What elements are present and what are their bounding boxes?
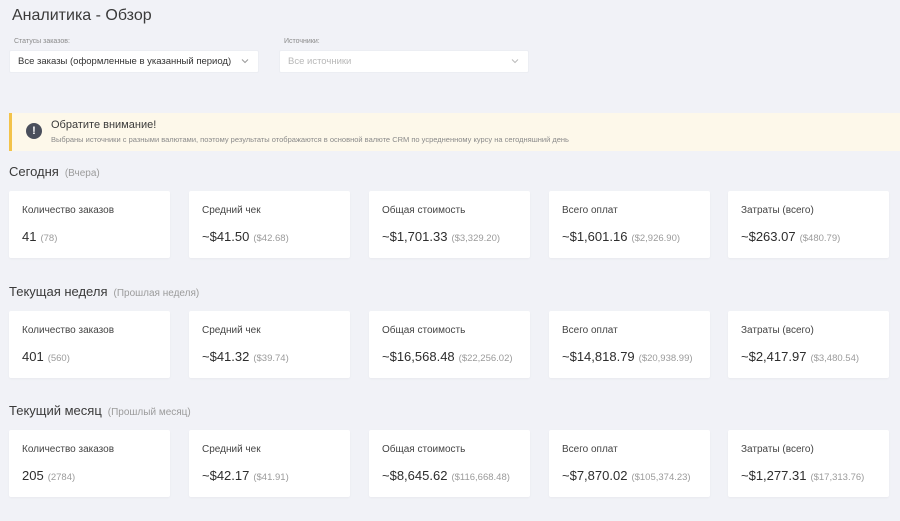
metric-label: Общая стоимость — [382, 205, 466, 216]
metric-prev-value: (560) — [47, 353, 70, 364]
metric-value: ~$1,601.16 — [562, 229, 628, 244]
section-title-text: Текущая неделя — [9, 284, 108, 299]
metric-card: Количество заказов 205 (2784) — [9, 430, 170, 497]
metric-prev-value: ($116,668.48) — [451, 472, 510, 483]
page-title: Аналитика - Обзор — [12, 7, 152, 24]
metric-card: Общая стоимость ~$16,568.48 ($22,256.02) — [369, 311, 530, 378]
metric-value: ~$7,870.02 — [562, 468, 628, 483]
sources-select-placeholder: Все источники — [288, 56, 352, 67]
metric-prev-value: (2784) — [47, 472, 76, 483]
metric-value: ~$263.07 — [741, 229, 796, 244]
metric-value-row: ~$14,818.79 ($20,938.99) — [562, 349, 693, 364]
metric-value-row: ~$1,601.16 ($2,926.90) — [562, 229, 680, 244]
metric-card: Затраты (всего) ~$1,277.31 ($17,313.76) — [728, 430, 889, 497]
metric-value-row: ~$263.07 ($480.79) — [741, 229, 840, 244]
metric-prev-value: ($3,329.20) — [451, 233, 501, 244]
metric-label: Средний чек — [202, 325, 261, 336]
notice-banner: ! Обратите внимание! Выбраны источники с… — [9, 113, 900, 151]
metric-label: Общая стоимость — [382, 325, 466, 336]
metric-card: Затраты (всего) ~$2,417.97 ($3,480.54) — [728, 311, 889, 378]
metric-value: ~$41.50 — [202, 229, 250, 244]
metric-label: Всего оплат — [562, 444, 618, 455]
metric-label: Средний чек — [202, 444, 261, 455]
section-title-text: Сегодня — [9, 164, 59, 179]
metric-value-row: 205 (2784) — [22, 468, 75, 483]
metric-card: Общая стоимость ~$1,701.33 ($3,329.20) — [369, 191, 530, 258]
metric-card: Количество заказов 401 (560) — [9, 311, 170, 378]
metric-value-row: ~$41.32 ($39.74) — [202, 349, 289, 364]
metric-value: ~$1,701.33 — [382, 229, 448, 244]
metric-label: Количество заказов — [22, 205, 115, 216]
metric-prev-value: ($41.91) — [253, 472, 289, 483]
metric-value: ~$42.17 — [202, 468, 250, 483]
metric-value: 205 — [22, 468, 44, 483]
metric-label: Общая стоимость — [382, 444, 466, 455]
metric-card: Затраты (всего) ~$263.07 ($480.79) — [728, 191, 889, 258]
metric-card: Средний чек ~$42.17 ($41.91) — [189, 430, 350, 497]
metric-prev-value: ($39.74) — [253, 353, 289, 364]
section-prev-period: (Прошлая неделя) — [113, 288, 200, 299]
metric-prev-value: ($42.68) — [253, 233, 289, 244]
metric-value: 401 — [22, 349, 44, 364]
metric-card: Средний чек ~$41.50 ($42.68) — [189, 191, 350, 258]
metric-label: Всего оплат — [562, 325, 618, 336]
chevron-down-icon — [511, 59, 519, 64]
metric-value-row: ~$8,645.62 ($116,668.48) — [382, 468, 510, 483]
metric-prev-value: ($17,313.76) — [810, 472, 865, 483]
metric-card: Всего оплат ~$7,870.02 ($105,374.23) — [549, 430, 710, 497]
metric-card: Средний чек ~$41.32 ($39.74) — [189, 311, 350, 378]
metric-value: ~$14,818.79 — [562, 349, 635, 364]
metric-value-row: 41 (78) — [22, 229, 57, 244]
metric-value-row: ~$41.50 ($42.68) — [202, 229, 289, 244]
metric-value-row: ~$16,568.48 ($22,256.02) — [382, 349, 513, 364]
chevron-down-icon — [241, 59, 249, 64]
metric-value-row: ~$42.17 ($41.91) — [202, 468, 289, 483]
metric-value-row: ~$1,701.33 ($3,329.20) — [382, 229, 500, 244]
section-title: Текущий месяц (Прошлый месяц) — [9, 403, 191, 418]
section-title: Сегодня (Вчера) — [9, 164, 100, 179]
metric-prev-value: ($22,256.02) — [458, 353, 513, 364]
status-select[interactable]: Все заказы (оформленные в указанный пери… — [9, 50, 259, 73]
metric-value-row: ~$7,870.02 ($105,374.23) — [562, 468, 691, 483]
metric-card: Количество заказов 41 (78) — [9, 191, 170, 258]
metric-label: Количество заказов — [22, 325, 115, 336]
section-prev-period: (Вчера) — [64, 168, 100, 179]
section-prev-period: (Прошлый месяц) — [107, 407, 191, 418]
status-select-value: Все заказы (оформленные в указанный пери… — [18, 56, 232, 67]
metric-value-row: 401 (560) — [22, 349, 70, 364]
metric-label: Средний чек — [202, 205, 261, 216]
metric-card: Всего оплат ~$14,818.79 ($20,938.99) — [549, 311, 710, 378]
metric-value: 41 — [22, 229, 37, 244]
metric-prev-value: ($105,374.23) — [631, 472, 691, 483]
metric-value: ~$8,645.62 — [382, 468, 448, 483]
metric-label: Затраты (всего) — [741, 444, 814, 455]
metric-value: ~$2,417.97 — [741, 349, 807, 364]
metric-label: Затраты (всего) — [741, 205, 814, 216]
section-title-text: Текущий месяц — [9, 403, 102, 418]
metric-label: Затраты (всего) — [741, 325, 814, 336]
metric-card: Всего оплат ~$1,601.16 ($2,926.90) — [549, 191, 710, 258]
metric-value: ~$41.32 — [202, 349, 250, 364]
metric-label: Количество заказов — [22, 444, 115, 455]
metric-prev-value: ($3,480.54) — [810, 353, 860, 364]
metric-prev-value: ($480.79) — [799, 233, 841, 244]
status-filter-label: Статусы заказов: — [14, 38, 70, 45]
metric-prev-value: ($2,926.90) — [631, 233, 681, 244]
sources-filter-label: Источники: — [284, 38, 320, 45]
notice-title: Обратите внимание! — [51, 119, 157, 131]
metric-value: ~$16,568.48 — [382, 349, 455, 364]
metric-value-row: ~$2,417.97 ($3,480.54) — [741, 349, 859, 364]
metric-prev-value: (78) — [40, 233, 58, 244]
metric-value: ~$1,277.31 — [741, 468, 807, 483]
metric-value-row: ~$1,277.31 ($17,313.76) — [741, 468, 864, 483]
sources-select[interactable]: Все источники — [279, 50, 529, 73]
metric-label: Всего оплат — [562, 205, 618, 216]
section-title: Текущая неделя (Прошлая неделя) — [9, 284, 199, 299]
metric-card: Общая стоимость ~$8,645.62 ($116,668.48) — [369, 430, 530, 497]
metric-prev-value: ($20,938.99) — [638, 353, 693, 364]
notice-text: Выбраны источники с разными валютами, по… — [51, 135, 569, 144]
exclamation-circle-icon: ! — [26, 123, 42, 139]
